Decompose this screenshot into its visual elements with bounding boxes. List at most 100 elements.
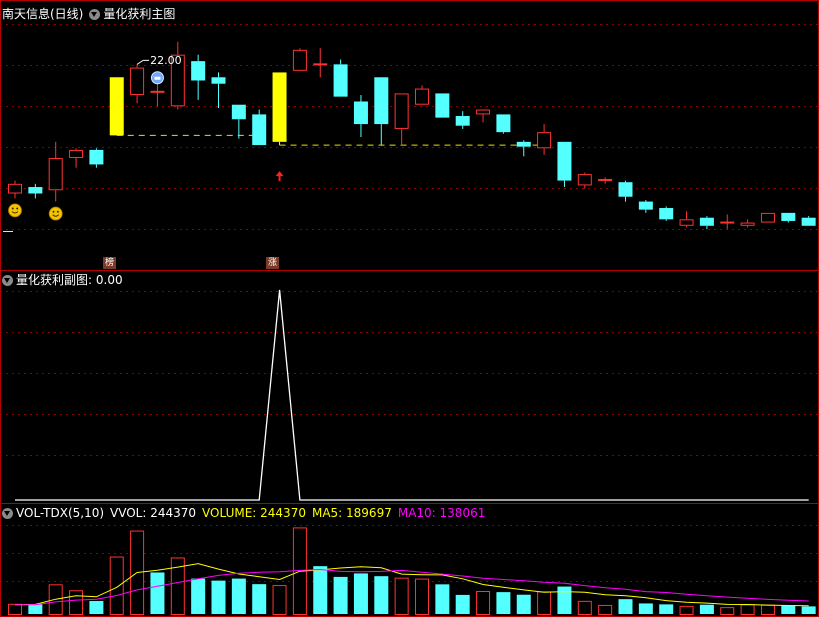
sub-panel-header: 量化获利副图 : 0.00	[2, 272, 123, 288]
volume-bar	[313, 566, 328, 614]
ghost-face	[154, 76, 161, 80]
volume-bar	[455, 594, 470, 614]
volume-bar	[89, 601, 104, 614]
candle-body	[516, 141, 531, 147]
smiley-eye	[16, 207, 19, 210]
volume-bar	[28, 604, 43, 614]
candle-body	[252, 114, 267, 146]
volume-bar	[496, 592, 511, 614]
candle-body	[394, 93, 409, 129]
candle-body	[109, 77, 124, 136]
candle-body	[69, 149, 84, 158]
volume-bar	[557, 586, 572, 614]
vvol-value: VVOL: 244370	[110, 506, 197, 520]
candle-body	[557, 141, 572, 181]
volume-bar	[638, 603, 653, 614]
candle-body	[353, 101, 368, 125]
ma10-value: MA10: 138061	[397, 506, 486, 520]
up-arrow-icon	[275, 171, 284, 182]
volume-bar	[476, 591, 491, 616]
candle-body	[8, 183, 22, 194]
candle-body	[374, 77, 389, 125]
candle-body	[455, 116, 470, 126]
main-indicator-label[interactable]: 量化获利主图	[103, 6, 175, 22]
chart-canvas: 22.00	[0, 0, 819, 617]
max-price-label: 22.00	[150, 54, 182, 67]
max-pointer	[136, 59, 144, 65]
smiley-eye	[56, 210, 59, 213]
volume-bar	[8, 603, 22, 615]
volume-bar	[516, 594, 531, 614]
candle-body	[28, 187, 43, 194]
volume-bar	[435, 584, 450, 614]
volume-bar	[699, 604, 714, 614]
sub-indicator-series	[15, 289, 809, 501]
volume-bar	[537, 591, 552, 615]
main-panel-header: 南天信息(日线) 量化获利主图	[2, 6, 175, 22]
volume-bar	[69, 590, 84, 615]
stock-label[interactable]: 南天信息(日线)	[2, 6, 83, 22]
candle-body	[211, 77, 226, 84]
candle-body	[577, 174, 592, 186]
candle-body	[191, 61, 206, 81]
volume-bar	[191, 578, 206, 614]
support-lines	[116, 134, 552, 146]
candle-body	[333, 64, 348, 97]
volume-bar	[720, 607, 735, 616]
candle-body	[89, 149, 104, 165]
sub-indicator-label[interactable]: 量化获利副图	[16, 272, 88, 288]
volume-bar	[272, 585, 287, 616]
volume-value: VOLUME: 244370	[202, 506, 306, 520]
candle-body	[740, 222, 755, 226]
vol-indicator-menu-icon[interactable]	[2, 507, 13, 519]
candle-body	[292, 49, 307, 71]
volume-bar	[333, 576, 348, 614]
candle-body	[659, 208, 674, 220]
candle-body	[130, 67, 145, 96]
volume-bar	[781, 605, 796, 614]
candle-body	[781, 212, 796, 221]
candle-body	[618, 182, 633, 197]
candle-body	[272, 72, 287, 142]
candle-body	[699, 217, 714, 226]
vol-panel-header: VOL-TDX(5,10) VVOL: 244370 VOLUME: 24437…	[2, 505, 485, 521]
vol-indicator-label[interactable]: VOL-TDX(5,10)	[16, 505, 104, 521]
rank-badge[interactable]: 榜	[103, 257, 116, 269]
smiley-eye	[11, 207, 14, 210]
candle-body	[801, 217, 816, 226]
volume-bar	[150, 572, 165, 614]
volume-bar	[353, 573, 368, 614]
smiley-icon	[8, 203, 22, 218]
candle-body	[598, 178, 613, 181]
volume-bar	[415, 578, 429, 615]
volume-bar	[801, 606, 816, 614]
volume-bar	[659, 604, 674, 614]
candle-body	[415, 88, 429, 105]
volume-bar	[598, 604, 613, 616]
volume-bar	[577, 600, 592, 615]
signal-markers	[3, 71, 284, 232]
candle-body	[760, 212, 775, 223]
volume-bar	[679, 605, 694, 616]
volume-bar	[252, 584, 267, 614]
volume-bar	[618, 599, 633, 614]
smiley-icon	[48, 206, 63, 221]
sub-indicator-menu-icon[interactable]	[2, 274, 13, 286]
candle-body	[679, 219, 694, 226]
candle-body	[231, 104, 246, 120]
smiley-eye	[52, 210, 55, 213]
candle-body	[476, 109, 491, 115]
indicator-menu-icon[interactable]	[89, 8, 101, 20]
volume-bar	[211, 580, 226, 614]
volume-bar	[231, 578, 246, 614]
volume-bar	[109, 556, 124, 615]
volume-bar	[740, 604, 755, 616]
sub-indicator-value: : 0.00	[88, 273, 123, 287]
limit-up-badge[interactable]: 涨	[266, 257, 279, 269]
candle-body	[48, 157, 63, 191]
annotations: 22.00	[136, 54, 182, 67]
candle-body	[638, 201, 653, 210]
volume-bar	[374, 576, 389, 614]
ma5-value: MA5: 189697	[311, 506, 392, 520]
volume-bar	[394, 577, 409, 615]
